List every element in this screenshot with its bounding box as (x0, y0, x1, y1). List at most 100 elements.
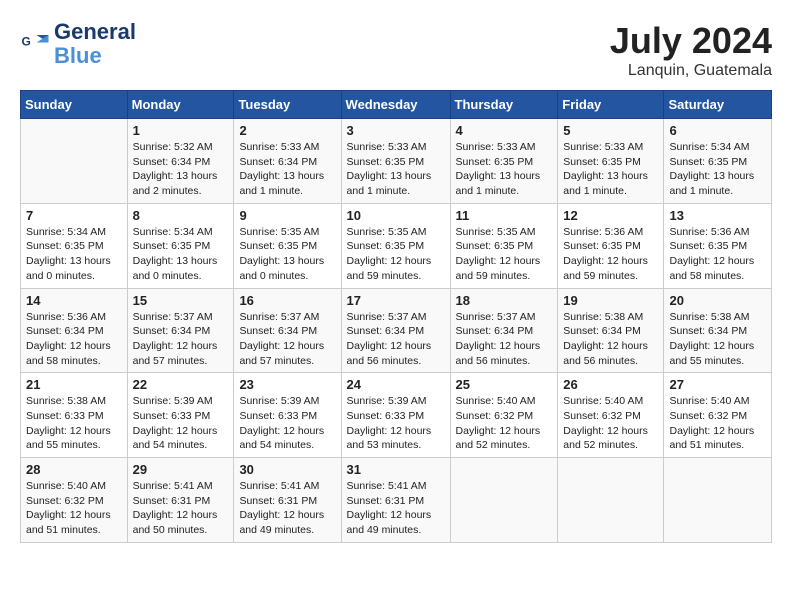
calendar-header-row: SundayMondayTuesdayWednesdayThursdayFrid… (21, 91, 772, 119)
day-number: 17 (347, 293, 445, 308)
day-info: Sunrise: 5:39 AM Sunset: 6:33 PM Dayligh… (347, 394, 445, 453)
day-info: Sunrise: 5:34 AM Sunset: 6:35 PM Dayligh… (26, 225, 122, 284)
logo-line2: Blue (54, 44, 136, 68)
day-info: Sunrise: 5:41 AM Sunset: 6:31 PM Dayligh… (133, 479, 229, 538)
day-info: Sunrise: 5:36 AM Sunset: 6:34 PM Dayligh… (26, 310, 122, 369)
calendar-week-5: 28 Sunrise: 5:40 AM Sunset: 6:32 PM Dayli… (21, 458, 772, 543)
col-header-thursday: Thursday (450, 91, 558, 119)
day-info: Sunrise: 5:35 AM Sunset: 6:35 PM Dayligh… (239, 225, 335, 284)
day-number: 4 (456, 123, 553, 138)
day-info: Sunrise: 5:40 AM Sunset: 6:32 PM Dayligh… (456, 394, 553, 453)
day-number: 5 (563, 123, 658, 138)
day-info: Sunrise: 5:33 AM Sunset: 6:35 PM Dayligh… (563, 140, 658, 199)
day-number: 7 (26, 208, 122, 223)
day-number: 28 (26, 462, 122, 477)
day-info: Sunrise: 5:33 AM Sunset: 6:35 PM Dayligh… (347, 140, 445, 199)
col-header-friday: Friday (558, 91, 664, 119)
calendar-week-4: 21Sunrise: 5:38 AM Sunset: 6:33 PM Dayli… (21, 373, 772, 458)
calendar-cell: 22Sunrise: 5:39 AM Sunset: 6:33 PM Dayli… (127, 373, 234, 458)
calendar-cell: 9 Sunrise: 5:35 AM Sunset: 6:35 PM Daylig… (234, 203, 341, 288)
calendar-week-2: 7 Sunrise: 5:34 AM Sunset: 6:35 PM Daylig… (21, 203, 772, 288)
col-header-wednesday: Wednesday (341, 91, 450, 119)
day-info: Sunrise: 5:37 AM Sunset: 6:34 PM Dayligh… (239, 310, 335, 369)
calendar-cell: 30Sunrise: 5:41 AM Sunset: 6:31 PM Dayli… (234, 458, 341, 543)
day-info: Sunrise: 5:41 AM Sunset: 6:31 PM Dayligh… (239, 479, 335, 538)
calendar-table: SundayMondayTuesdayWednesdayThursdayFrid… (20, 90, 772, 543)
calendar-cell: 6 Sunrise: 5:34 AM Sunset: 6:35 PM Daylig… (664, 119, 772, 204)
day-number: 16 (239, 293, 335, 308)
calendar-cell: 12Sunrise: 5:36 AM Sunset: 6:35 PM Dayli… (558, 203, 664, 288)
day-info: Sunrise: 5:34 AM Sunset: 6:35 PM Dayligh… (133, 225, 229, 284)
calendar-cell: 18 Sunrise: 5:37 AM Sunset: 6:34 PM Dayli… (450, 288, 558, 373)
calendar-cell: 23 Sunrise: 5:39 AM Sunset: 6:33 PM Dayli… (234, 373, 341, 458)
calendar-cell (558, 458, 664, 543)
day-number: 24 (347, 377, 445, 392)
calendar-cell: 8 Sunrise: 5:34 AM Sunset: 6:35 PM Daylig… (127, 203, 234, 288)
day-info: Sunrise: 5:40 AM Sunset: 6:32 PM Dayligh… (26, 479, 122, 538)
location: Lanquin, Guatemala (610, 62, 772, 80)
calendar-cell: 3 Sunrise: 5:33 AM Sunset: 6:35 PM Daylig… (341, 119, 450, 204)
day-number: 20 (669, 293, 766, 308)
logo-text: General Blue (54, 20, 136, 68)
day-info: Sunrise: 5:36 AM Sunset: 6:35 PM Dayligh… (563, 225, 658, 284)
calendar-cell: 26 Sunrise: 5:40 AM Sunset: 6:32 PM Dayli… (558, 373, 664, 458)
calendar-week-3: 14Sunrise: 5:36 AM Sunset: 6:34 PM Dayli… (21, 288, 772, 373)
calendar-cell: 15Sunrise: 5:37 AM Sunset: 6:34 PM Dayli… (127, 288, 234, 373)
calendar-cell: 19Sunrise: 5:38 AM Sunset: 6:34 PM Dayli… (558, 288, 664, 373)
calendar-week-1: 1 Sunrise: 5:32 AM Sunset: 6:34 PM Daylig… (21, 119, 772, 204)
calendar-cell: 25Sunrise: 5:40 AM Sunset: 6:32 PM Dayli… (450, 373, 558, 458)
calendar-cell: 16 Sunrise: 5:37 AM Sunset: 6:34 PM Dayli… (234, 288, 341, 373)
day-number: 23 (239, 377, 335, 392)
day-info: Sunrise: 5:38 AM Sunset: 6:34 PM Dayligh… (669, 310, 766, 369)
day-info: Sunrise: 5:37 AM Sunset: 6:34 PM Dayligh… (456, 310, 553, 369)
calendar-cell: 7 Sunrise: 5:34 AM Sunset: 6:35 PM Daylig… (21, 203, 128, 288)
calendar-cell: 11 Sunrise: 5:35 AM Sunset: 6:35 PM Dayli… (450, 203, 558, 288)
day-info: Sunrise: 5:38 AM Sunset: 6:34 PM Dayligh… (563, 310, 658, 369)
month-title: July 2024 (610, 20, 772, 62)
day-number: 21 (26, 377, 122, 392)
day-number: 11 (456, 208, 553, 223)
day-number: 18 (456, 293, 553, 308)
day-number: 1 (133, 123, 229, 138)
day-number: 26 (563, 377, 658, 392)
day-number: 8 (133, 208, 229, 223)
calendar-cell: 1 Sunrise: 5:32 AM Sunset: 6:34 PM Daylig… (127, 119, 234, 204)
day-info: Sunrise: 5:33 AM Sunset: 6:34 PM Dayligh… (239, 140, 335, 199)
calendar-cell (450, 458, 558, 543)
logo: G General Blue (20, 20, 136, 68)
col-header-sunday: Sunday (21, 91, 128, 119)
day-number: 27 (669, 377, 766, 392)
logo-icon: G (20, 29, 50, 59)
day-info: Sunrise: 5:40 AM Sunset: 6:32 PM Dayligh… (563, 394, 658, 453)
calendar-cell: 29 Sunrise: 5:41 AM Sunset: 6:31 PM Dayli… (127, 458, 234, 543)
col-header-tuesday: Tuesday (234, 91, 341, 119)
calendar-cell: 28 Sunrise: 5:40 AM Sunset: 6:32 PM Dayli… (21, 458, 128, 543)
calendar-cell (21, 119, 128, 204)
day-info: Sunrise: 5:37 AM Sunset: 6:34 PM Dayligh… (347, 310, 445, 369)
day-number: 15 (133, 293, 229, 308)
day-info: Sunrise: 5:35 AM Sunset: 6:35 PM Dayligh… (347, 225, 445, 284)
day-info: Sunrise: 5:34 AM Sunset: 6:35 PM Dayligh… (669, 140, 766, 199)
day-number: 9 (239, 208, 335, 223)
day-number: 6 (669, 123, 766, 138)
calendar-cell: 24 Sunrise: 5:39 AM Sunset: 6:33 PM Dayli… (341, 373, 450, 458)
calendar-cell: 27 Sunrise: 5:40 AM Sunset: 6:32 PM Dayli… (664, 373, 772, 458)
day-info: Sunrise: 5:36 AM Sunset: 6:35 PM Dayligh… (669, 225, 766, 284)
calendar-cell: 10 Sunrise: 5:35 AM Sunset: 6:35 PM Dayli… (341, 203, 450, 288)
calendar-cell: 21Sunrise: 5:38 AM Sunset: 6:33 PM Dayli… (21, 373, 128, 458)
col-header-monday: Monday (127, 91, 234, 119)
day-info: Sunrise: 5:39 AM Sunset: 6:33 PM Dayligh… (239, 394, 335, 453)
calendar-cell: 4Sunrise: 5:33 AM Sunset: 6:35 PM Daylig… (450, 119, 558, 204)
day-info: Sunrise: 5:40 AM Sunset: 6:32 PM Dayligh… (669, 394, 766, 453)
day-number: 29 (133, 462, 229, 477)
calendar-cell: 2 Sunrise: 5:33 AM Sunset: 6:34 PM Daylig… (234, 119, 341, 204)
day-number: 3 (347, 123, 445, 138)
calendar-cell: 5 Sunrise: 5:33 AM Sunset: 6:35 PM Daylig… (558, 119, 664, 204)
day-info: Sunrise: 5:35 AM Sunset: 6:35 PM Dayligh… (456, 225, 553, 284)
day-number: 2 (239, 123, 335, 138)
logo-line1: General (54, 20, 136, 44)
calendar-cell: 20 Sunrise: 5:38 AM Sunset: 6:34 PM Dayli… (664, 288, 772, 373)
calendar-cell: 13Sunrise: 5:36 AM Sunset: 6:35 PM Dayli… (664, 203, 772, 288)
day-info: Sunrise: 5:32 AM Sunset: 6:34 PM Dayligh… (133, 140, 229, 199)
day-number: 10 (347, 208, 445, 223)
